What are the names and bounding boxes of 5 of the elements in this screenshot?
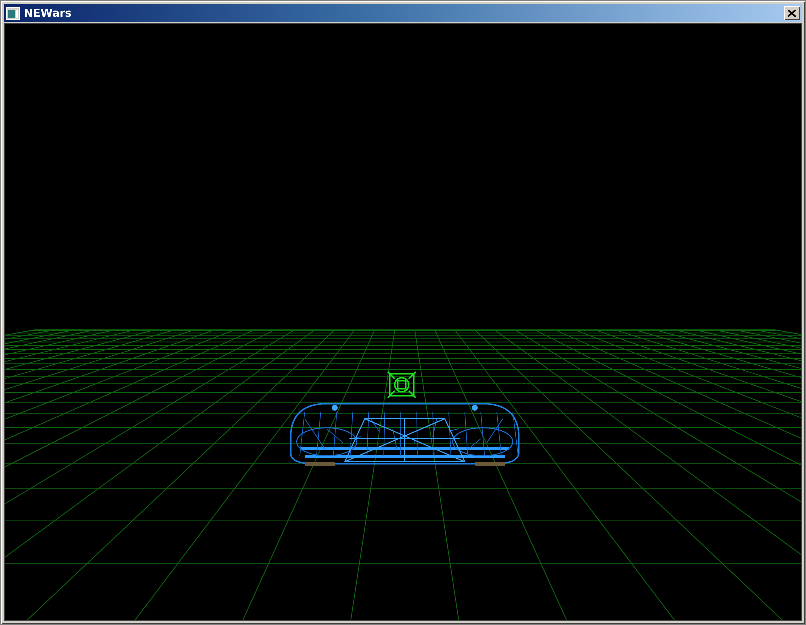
close-button[interactable] bbox=[784, 6, 800, 20]
close-icon bbox=[788, 10, 796, 16]
window-title: NEWars bbox=[24, 6, 73, 20]
app-icon bbox=[6, 6, 20, 20]
target-reticle-icon bbox=[387, 371, 417, 399]
